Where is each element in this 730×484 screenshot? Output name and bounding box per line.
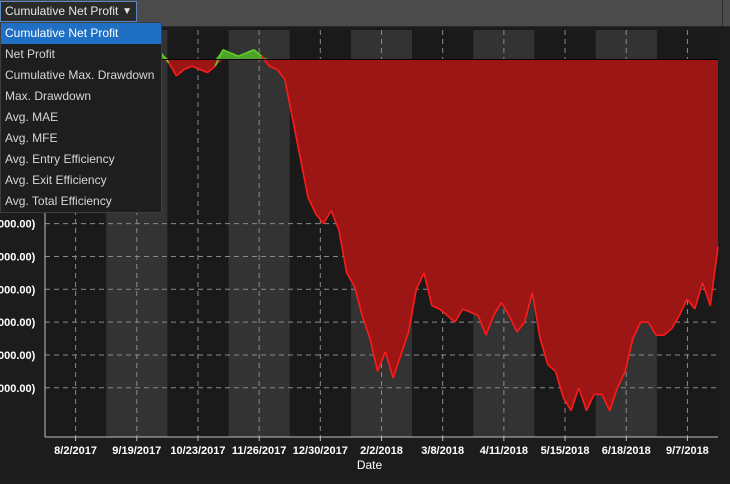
x-tick-label: 11/26/2017 xyxy=(232,445,286,457)
x-tick-label: 6/18/2018 xyxy=(602,445,651,457)
y-tick-label: 000.00) xyxy=(0,219,36,231)
chart-type-dropdown[interactable]: Cumulative Net Profit Net Profit Cumulativ… xyxy=(0,22,162,213)
y-tick-label: 000.00) xyxy=(0,350,36,362)
x-tick-label: 9/19/2017 xyxy=(112,445,161,457)
x-tick-label: 3/8/2018 xyxy=(421,445,464,457)
dropdown-item[interactable]: Avg. Exit Efficiency xyxy=(1,170,161,191)
dropdown-item[interactable]: Cumulative Net Profit xyxy=(1,23,161,44)
x-tick-label: 4/11/2018 xyxy=(480,445,528,457)
dropdown-item[interactable]: Avg. MFE xyxy=(1,128,161,149)
dropdown-item[interactable]: Cumulative Max. Drawdown xyxy=(1,65,161,86)
x-tick-label: 12/30/2017 xyxy=(293,445,348,457)
y-tick-label: 000.00) xyxy=(0,284,36,296)
y-tick-label: 000.00) xyxy=(0,317,36,329)
y-tick-label: 000.00) xyxy=(0,251,36,263)
dropdown-item[interactable]: Avg. MAE xyxy=(1,107,161,128)
dropdown-item[interactable]: Avg. Entry Efficiency xyxy=(1,149,161,170)
x-tick-label: 5/15/2018 xyxy=(541,445,590,457)
dropdown-item[interactable]: Avg. Total Efficiency xyxy=(1,191,161,212)
y-tick-label: 000.00) xyxy=(0,383,36,395)
x-tick-label: 9/7/2018 xyxy=(666,445,709,457)
x-tick-label: 8/2/2017 xyxy=(54,445,97,457)
dropdown-item[interactable]: Net Profit xyxy=(1,44,161,65)
x-axis-title: Date xyxy=(357,458,383,472)
dropdown-item[interactable]: Max. Drawdown xyxy=(1,86,161,107)
x-tick-label: 2/2/2018 xyxy=(360,445,403,457)
x-tick-label: 10/23/2017 xyxy=(170,445,225,457)
